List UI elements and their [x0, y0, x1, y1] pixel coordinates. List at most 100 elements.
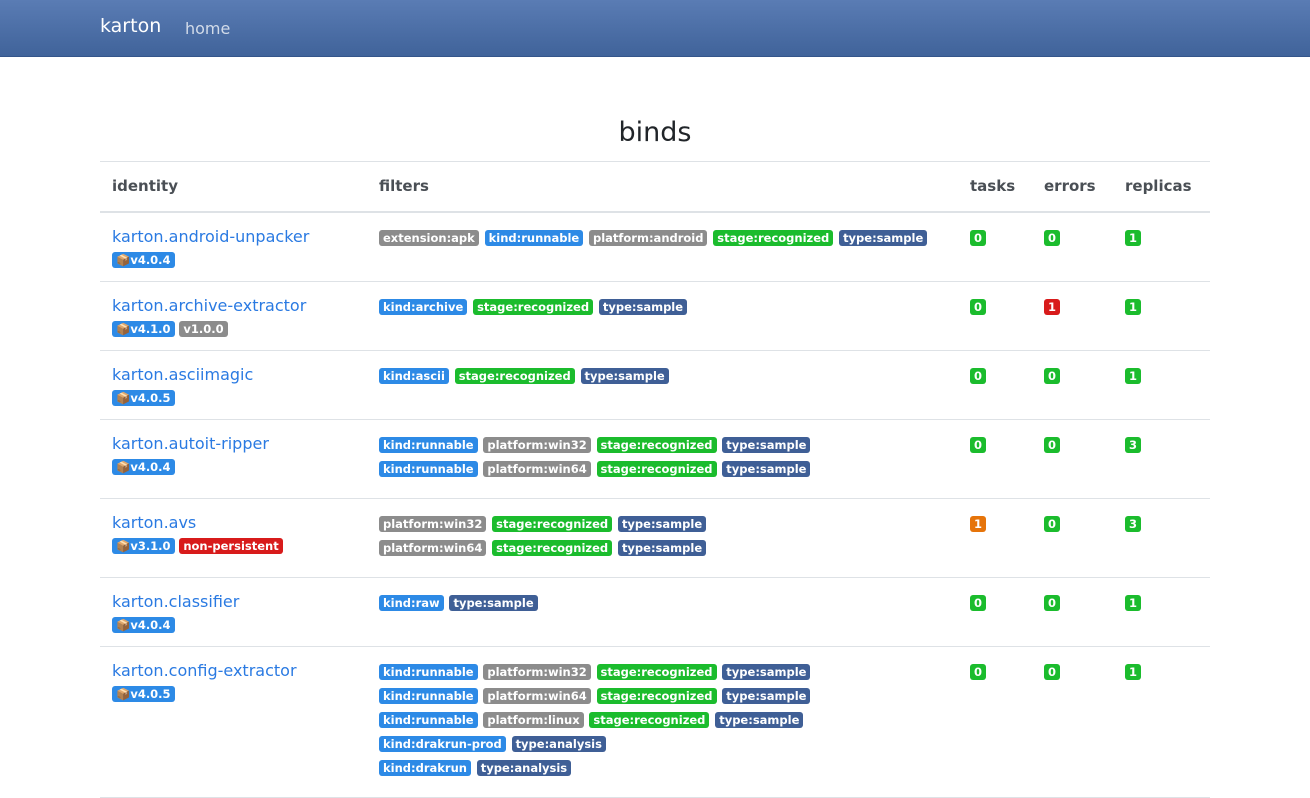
identity-badges: 📦v4.0.4 [112, 251, 355, 268]
replicas-cell: 3 [1113, 419, 1210, 499]
identity-link[interactable]: karton.config-extractor [112, 661, 355, 680]
filter-badge: type:analysis [511, 735, 606, 752]
identity-badges: 📦v4.0.4 [112, 458, 355, 475]
replicas-count-badge: 1 [1125, 298, 1142, 315]
filter-badge: platform:win32 [379, 515, 487, 532]
identity-link[interactable]: karton.asciimagic [112, 365, 355, 384]
table-row: karton.archive-extractor 📦v4.1.0 v1.0.0 k… [100, 281, 1210, 351]
filter-badge: stage:recognized [589, 711, 710, 728]
tasks-count-badge: 1 [970, 515, 987, 532]
filter-badge: kind:drakrun [379, 759, 471, 776]
filter-badge: type:sample [715, 711, 804, 728]
persistence-badge: non-persistent [179, 537, 283, 554]
replicas-count-badge: 1 [1125, 594, 1142, 611]
identity-link[interactable]: karton.archive-extractor [112, 296, 355, 315]
filter-badge: platform:linux [483, 711, 584, 728]
page-title: binds [618, 117, 692, 148]
replicas-cell: 1 [1113, 646, 1210, 798]
filter-badge: stage:recognized [473, 298, 594, 315]
table-row: karton.classifier 📦v4.0.4 kind:raw type:s… [100, 577, 1210, 647]
errors-count-badge: 0 [1044, 229, 1061, 246]
replicas-cell: 1 [1113, 350, 1210, 420]
filter-badge: stage:recognized [492, 515, 613, 532]
table-row: karton.autoit-ripper 📦v4.0.4 kind:runnabl… [100, 419, 1210, 499]
filter-badge: extension:apk [379, 229, 479, 246]
filter-badge: kind:archive [379, 298, 468, 315]
tasks-count-badge: 0 [970, 298, 987, 315]
filter-badge: kind:runnable [379, 663, 478, 680]
identity-cell: karton.archive-extractor 📦v4.1.0 v1.0.0 [100, 281, 367, 351]
filter-badge: type:analysis [476, 759, 572, 776]
filter-badge: platform:win32 [483, 663, 591, 680]
identity-badges: 📦v4.0.5 [112, 685, 355, 702]
version-badge: 📦v4.0.4 [112, 458, 175, 475]
nav-home-link[interactable]: home [185, 19, 230, 38]
filter-group: kind:archive stage:recognized type:sampl… [379, 298, 946, 315]
identity-link[interactable]: karton.avs [112, 513, 355, 532]
filter-badge: kind:drakrun-prod [379, 735, 506, 752]
filter-group: kind:runnable platform:linux stage:recog… [379, 711, 946, 728]
filter-badge: stage:recognized [596, 460, 717, 477]
replicas-count-badge: 1 [1125, 663, 1142, 680]
tasks-cell: 0 [958, 350, 1032, 420]
tasks-cell: 0 [958, 419, 1032, 499]
filter-badge: type:sample [722, 663, 811, 680]
filter-badge: platform:android [588, 229, 708, 246]
filters-cell: kind:ascii stage:recognized type:sample [367, 350, 958, 420]
filter-badge: platform:win64 [483, 687, 591, 704]
filter-badge: kind:runnable [379, 711, 478, 728]
identity-cell: karton.android-unpacker 📦v4.0.4 [100, 211, 367, 282]
version-badge: 📦v4.0.4 [112, 616, 175, 633]
filter-badge: type:sample [722, 687, 811, 704]
version-badge: 📦v3.1.0 [112, 537, 175, 554]
replicas-count-badge: 3 [1125, 436, 1142, 453]
replicas-cell: 1 [1113, 281, 1210, 351]
filter-badge: platform:win64 [379, 539, 487, 556]
tasks-cell: 0 [958, 577, 1032, 647]
replicas-cell: 1 [1113, 211, 1210, 282]
filter-badge: kind:ascii [379, 367, 449, 384]
binds-table-body: karton.android-unpacker 📦v4.0.4 extension… [100, 211, 1210, 798]
filter-group: kind:drakrun-prod type:analysis [379, 735, 946, 752]
filter-badge: type:sample [617, 539, 707, 556]
filter-group: kind:ascii stage:recognized type:sample [379, 367, 946, 384]
version-badge: 📦v4.0.5 [112, 685, 175, 702]
tasks-cell: 1 [958, 498, 1032, 578]
filter-group: extension:apk kind:runnable platform:and… [379, 229, 946, 246]
table-row: karton.avs 📦v3.1.0 non-persistent platfor… [100, 498, 1210, 578]
filter-badge: stage:recognized [596, 663, 717, 680]
errors-cell: 1 [1032, 281, 1113, 351]
brand-link[interactable]: karton [100, 15, 161, 37]
filter-badge: kind:runnable [484, 229, 584, 246]
replicas-cell: 1 [1113, 577, 1210, 647]
filters-cell: kind:runnable platform:win32 stage:recog… [367, 419, 958, 499]
identity-link[interactable]: karton.classifier [112, 592, 355, 611]
filter-group: kind:raw type:sample [379, 594, 946, 611]
table-row: karton.asciimagic 📦v4.0.5 kind:ascii stag… [100, 350, 1210, 420]
table-header-row: identity filters tasks errors replicas [100, 161, 1210, 213]
identity-badges: 📦v3.1.0 non-persistent [112, 537, 355, 554]
filter-badge: type:sample [722, 436, 811, 453]
errors-count-badge: 0 [1044, 367, 1061, 384]
errors-count-badge: 0 [1044, 594, 1061, 611]
filter-group: kind:runnable platform:win64 stage:recog… [379, 687, 946, 704]
table-row: karton.android-unpacker 📦v4.0.4 extension… [100, 211, 1210, 282]
filter-badge: stage:recognized [596, 436, 717, 453]
filter-badge: stage:recognized [713, 229, 834, 246]
filter-group: kind:runnable platform:win32 stage:recog… [379, 663, 946, 680]
errors-count-badge: 1 [1044, 298, 1061, 315]
identity-badges: 📦v4.0.5 [112, 389, 355, 406]
filter-badge: type:sample [449, 594, 538, 611]
identity-link[interactable]: karton.android-unpacker [112, 227, 355, 246]
filters-cell: extension:apk kind:runnable platform:and… [367, 211, 958, 282]
column-header-tasks: tasks [958, 161, 1032, 213]
tasks-count-badge: 0 [970, 367, 987, 384]
tasks-count-badge: 0 [970, 436, 987, 453]
filter-badge: type:sample [839, 229, 928, 246]
replicas-count-badge: 3 [1125, 515, 1142, 532]
errors-count-badge: 0 [1044, 515, 1061, 532]
errors-cell: 0 [1032, 211, 1113, 282]
errors-cell: 0 [1032, 646, 1113, 798]
identity-link[interactable]: karton.autoit-ripper [112, 434, 355, 453]
tasks-count-badge: 0 [970, 229, 987, 246]
